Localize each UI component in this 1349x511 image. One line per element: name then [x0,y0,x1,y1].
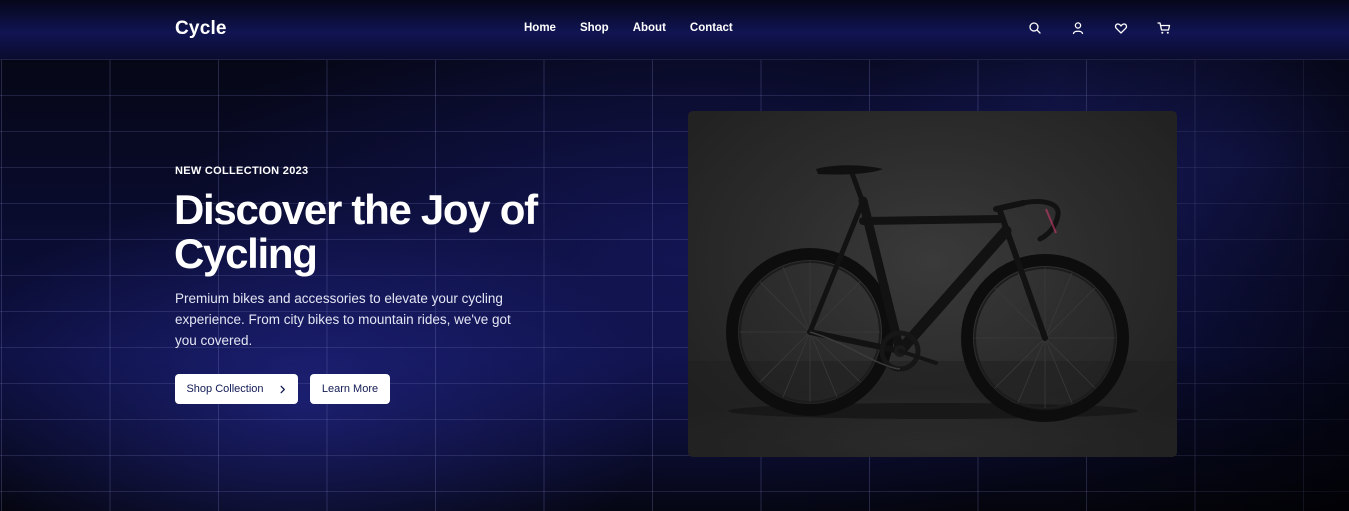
site-header: Cycle Home Shop About Contact [0,0,1349,60]
heart-icon[interactable] [1113,20,1129,36]
hero-title: Discover the Joy of Cycling [174,186,538,277]
cart-icon[interactable] [1156,20,1172,36]
header-actions [1027,20,1172,36]
nav-home[interactable]: Home [524,22,556,34]
user-icon[interactable] [1070,20,1086,36]
nav-contact[interactable]: Contact [690,22,733,34]
nav-shop[interactable]: Shop [580,22,609,34]
learn-more-button[interactable]: Learn More [310,374,390,404]
logo[interactable]: Cycle [175,18,227,40]
shop-collection-button[interactable]: Shop Collection [175,374,298,404]
hero-subtitle: Premium bikes and accessories to elevate… [175,291,511,348]
chevron-right-icon [278,385,287,394]
hero-eyebrow: NEW COLLECTION 2023 [175,165,309,177]
search-icon[interactable] [1027,20,1043,36]
shop-collection-label: Shop Collection [186,383,264,395]
road-bike-illustration [688,165,1177,457]
nav-about[interactable]: About [633,22,666,34]
learn-more-label: Learn More [321,383,379,395]
bike-photo [688,111,1177,457]
main-nav: Home Shop About Contact [524,22,733,34]
